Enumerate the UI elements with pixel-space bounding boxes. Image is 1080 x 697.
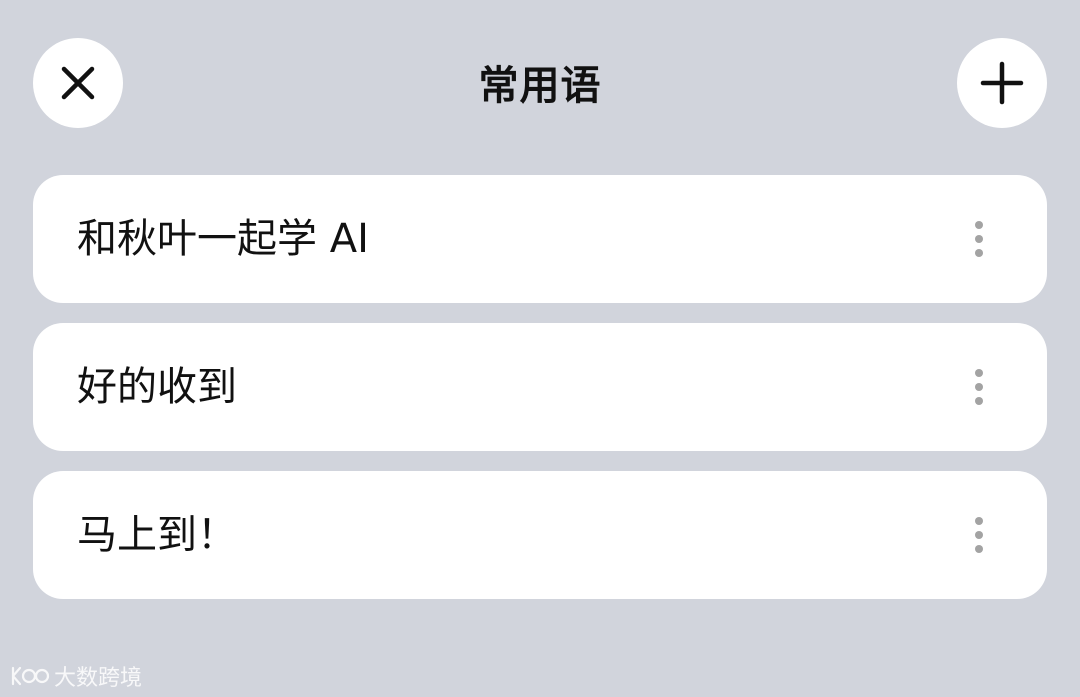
header-bar: 常用语 <box>0 0 1080 170</box>
plus-icon <box>980 61 1024 105</box>
more-vertical-icon <box>975 369 983 405</box>
more-vertical-icon <box>975 221 983 257</box>
phrase-label: 马上到！ <box>77 512 237 558</box>
phrase-label: 好的收到 <box>77 364 237 410</box>
phrase-more-button[interactable] <box>963 219 995 259</box>
phrase-label: 和秋叶一起学 AI <box>77 216 369 262</box>
add-phrase-button[interactable] <box>957 38 1047 128</box>
phrase-item[interactable]: 马上到！ <box>33 471 1047 599</box>
more-vertical-icon <box>975 517 983 553</box>
watermark-text: 大数跨境 <box>54 666 143 691</box>
phrase-item[interactable]: 好的收到 <box>33 323 1047 451</box>
phrase-more-button[interactable] <box>963 367 995 407</box>
phrase-list: 和秋叶一起学 AI 好的收到 马上到！ <box>33 175 1047 619</box>
watermark: 大数跨境 <box>10 660 142 692</box>
phrase-more-button[interactable] <box>963 515 995 555</box>
watermark-logo <box>11 666 50 686</box>
phrase-item[interactable]: 和秋叶一起学 AI <box>33 175 1047 303</box>
page-title: 常用语 <box>478 63 602 109</box>
